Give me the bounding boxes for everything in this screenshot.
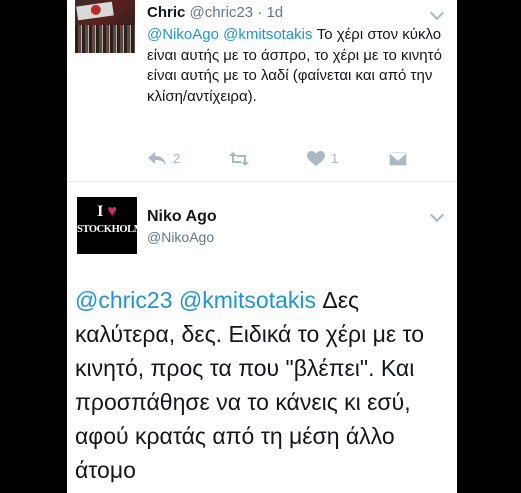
message-icon xyxy=(388,150,408,167)
reply-button[interactable]: 2 xyxy=(147,148,180,168)
tweet2-author-name[interactable]: Niko Ago xyxy=(147,208,217,226)
mention-link[interactable]: @kmitsotakis xyxy=(223,26,312,43)
heart-icon: ♥ xyxy=(107,203,117,220)
chevron-down-icon[interactable] xyxy=(429,207,445,223)
tweet2-text: @chric23 @kmitsotakis Δες καλύτερα, δες.… xyxy=(75,283,453,487)
avatar-city-text: STOCKHOLM xyxy=(77,224,144,235)
retweet-icon xyxy=(229,151,249,166)
mention-link[interactable]: @kmitsotakis xyxy=(179,287,316,313)
nikoago-avatar[interactable]: I ♥ STOCKHOLM xyxy=(77,197,144,254)
tweet-thread: Chric @chric23 · 1d @NikoAgo @kmitsotaki… xyxy=(67,0,457,493)
tweet1-text: @NikoAgo @kmitsotakis Το χέρι στον κύκλο… xyxy=(147,25,447,107)
tweet1-time[interactable]: · 1d xyxy=(257,4,283,21)
divider xyxy=(67,181,457,182)
chric-avatar[interactable] xyxy=(75,0,135,53)
tweet2-body: Δες καλύτερα, δες. Ειδικά το χέρι με το … xyxy=(75,287,425,483)
tweet2-author-handle[interactable]: @NikoAgo xyxy=(147,229,214,245)
like-icon xyxy=(307,150,325,166)
mention-link[interactable]: @chric23 xyxy=(75,287,173,313)
tweet1-header: Chric @chric23 · 1d xyxy=(147,4,283,21)
reply-count: 2 xyxy=(173,150,181,166)
reply-icon xyxy=(148,151,166,165)
like-button[interactable]: 1 xyxy=(307,148,338,168)
tweet1-author-handle[interactable]: @chric23 xyxy=(190,4,254,21)
retweet-button[interactable] xyxy=(228,148,250,168)
like-count: 1 xyxy=(331,150,339,166)
tweet1-actions: 2 1 xyxy=(147,148,447,168)
tweet1-author-name[interactable]: Chric xyxy=(147,4,185,21)
message-button[interactable] xyxy=(388,148,408,168)
mention-link[interactable]: @NikoAgo xyxy=(147,26,219,43)
avatar-text: I xyxy=(97,203,104,220)
chevron-down-icon[interactable] xyxy=(429,5,445,21)
